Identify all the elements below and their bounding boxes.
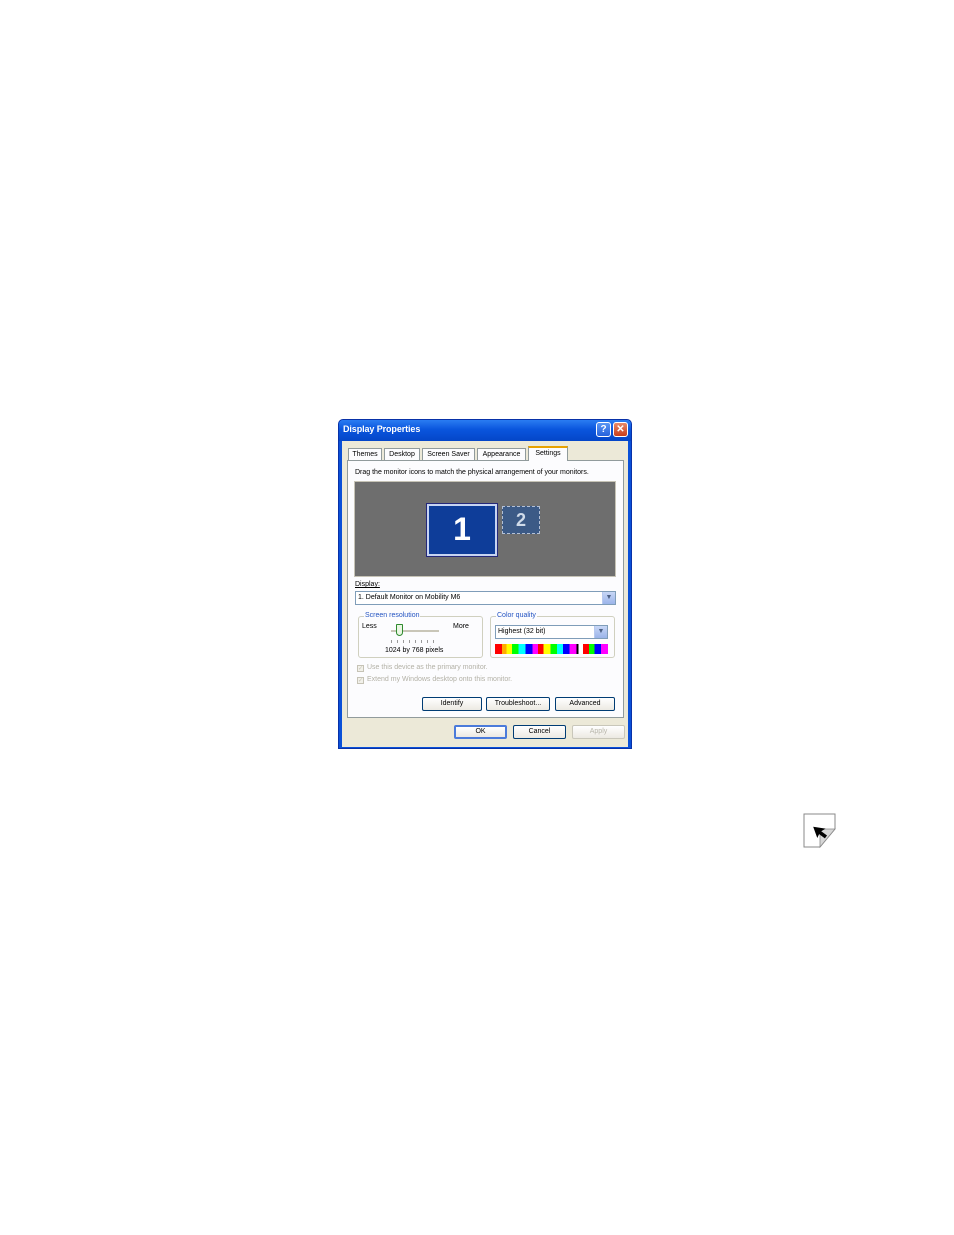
tab-screen-saver[interactable]: Screen Saver (422, 448, 475, 460)
advanced-button[interactable]: Advanced (555, 697, 615, 711)
close-button[interactable]: ✕ (613, 422, 628, 437)
window-title: Display Properties (343, 424, 421, 434)
help-icon: ? (600, 424, 607, 435)
color-quality-value: Highest (32 bit) (498, 628, 546, 635)
cursor-arrow-icon (803, 813, 836, 848)
ok-button[interactable]: OK (454, 725, 507, 739)
display-label: Display: (355, 581, 380, 588)
resolution-slider-thumb[interactable] (396, 624, 403, 636)
apply-button[interactable]: Apply (572, 725, 625, 739)
tab-appearance[interactable]: Appearance (477, 448, 526, 460)
resolution-slider-ticks (391, 640, 439, 643)
title-bar[interactable]: Display Properties ? ✕ (339, 420, 631, 441)
resolution-less-label: Less (362, 623, 377, 630)
tab-themes[interactable]: Themes (348, 448, 382, 460)
cancel-button[interactable]: Cancel (513, 725, 566, 739)
color-spectrum-bar (495, 644, 608, 654)
chevron-down-icon[interactable]: ▼ (594, 626, 607, 638)
resolution-more-label: More (453, 623, 469, 630)
color-quality-label: Color quality (496, 612, 537, 620)
primary-monitor-label: Use this device as the primary monitor. (367, 664, 488, 671)
help-button[interactable]: ? (596, 422, 611, 437)
monitor-1-icon[interactable]: 1 (426, 503, 498, 557)
display-select-value: 1. Default Monitor on Mobility M6 (358, 594, 461, 601)
display-select[interactable]: 1. Default Monitor on Mobility M6 ▼ (355, 591, 616, 605)
tab-desktop[interactable]: Desktop (384, 448, 420, 460)
color-quality-select[interactable]: Highest (32 bit) ▼ (495, 625, 608, 639)
extend-desktop-checkbox[interactable]: ✓ (357, 677, 364, 684)
troubleshoot-button[interactable]: Troubleshoot... (486, 697, 550, 711)
close-icon: ✕ (616, 424, 625, 435)
extend-desktop-label: Extend my Windows desktop onto this moni… (367, 676, 513, 683)
instruction-text: Drag the monitor icons to match the phys… (355, 469, 589, 476)
monitor-arrangement-preview: 1 2 (354, 481, 616, 577)
monitor-2-icon[interactable]: 2 (502, 506, 540, 534)
screen-resolution-label: Screen resolution (364, 612, 421, 620)
chevron-down-icon[interactable]: ▼ (602, 592, 615, 604)
resolution-value: 1024 by 768 pixels (385, 647, 444, 654)
identify-button[interactable]: Identify (422, 697, 482, 711)
primary-monitor-checkbox[interactable]: ✓ (357, 665, 364, 672)
tab-settings[interactable]: Settings (528, 446, 568, 461)
